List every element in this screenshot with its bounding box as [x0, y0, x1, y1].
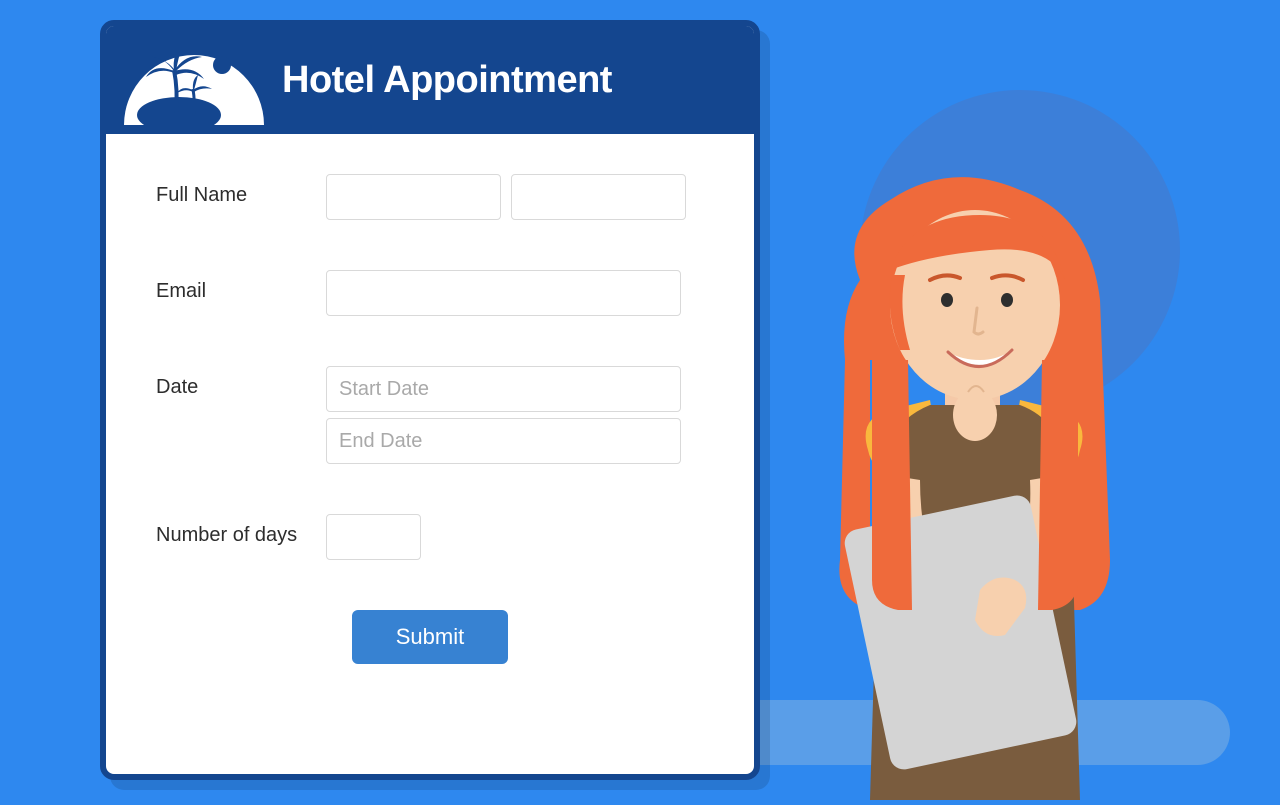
days-input-group	[326, 514, 704, 560]
palm-beach-icon	[124, 35, 264, 125]
submit-button[interactable]: Submit	[352, 610, 508, 664]
row-email: Email	[156, 270, 704, 316]
submit-area: Submit	[156, 610, 704, 664]
hotel-appointment-form-card: Hotel Appointment Full Name Email Date N…	[100, 20, 760, 780]
form-body: Full Name Email Date Number of days	[106, 134, 754, 694]
label-full-name: Full Name	[156, 174, 326, 207]
label-days: Number of days	[156, 514, 326, 547]
first-name-input[interactable]	[326, 174, 501, 220]
row-days: Number of days	[156, 514, 704, 560]
number-of-days-input[interactable]	[326, 514, 421, 560]
row-date: Date	[156, 366, 704, 464]
woman-tablet-illustration	[780, 160, 1160, 800]
email-input-group	[326, 270, 704, 316]
form-title: Hotel Appointment	[282, 59, 612, 102]
row-full-name: Full Name	[156, 174, 704, 220]
full-name-input-group	[326, 174, 704, 220]
label-date: Date	[156, 366, 326, 399]
form-header: Hotel Appointment	[106, 26, 754, 134]
end-date-input[interactable]	[326, 418, 681, 464]
label-email: Email	[156, 270, 326, 303]
last-name-input[interactable]	[511, 174, 686, 220]
email-input[interactable]	[326, 270, 681, 316]
start-date-input[interactable]	[326, 366, 681, 412]
